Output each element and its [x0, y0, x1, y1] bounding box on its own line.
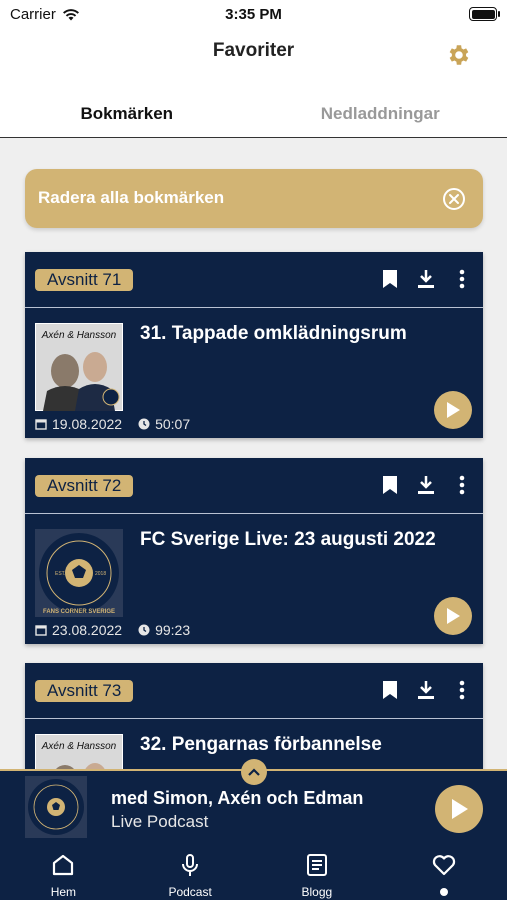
tab-home[interactable]: Hem	[0, 842, 127, 900]
player-play-button[interactable]	[435, 785, 483, 833]
more-options-icon[interactable]	[451, 474, 473, 496]
play-icon	[452, 799, 468, 819]
home-icon	[53, 854, 74, 876]
clock-icon	[138, 418, 150, 430]
episode-badge: Avsnitt 72	[35, 475, 134, 497]
blog-icon	[306, 854, 327, 876]
play-button[interactable]	[434, 391, 472, 429]
bookmark-list[interactable]: Radera alla bokmärken Avsnitt 71 Axén & …	[0, 139, 507, 769]
episode-card[interactable]: Avsnitt 73 Axén & Hansson 32. Pengarnas …	[25, 663, 483, 769]
download-icon[interactable]	[415, 679, 437, 701]
page-title: Favoriter	[212, 40, 295, 61]
player-artwork	[25, 776, 87, 838]
episode-date: 23.08.2022	[52, 622, 123, 638]
episode-title: FC Sverige Live: 23 augusti 2022	[140, 529, 436, 550]
episode-card-header: Avsnitt 72	[25, 458, 483, 514]
player-subtitle: Live Podcast	[111, 812, 209, 831]
bookmark-icon[interactable]	[379, 474, 401, 496]
bottom-tab-bar: Hem Podcast Blogg	[0, 842, 507, 900]
chevron-up-icon	[248, 768, 260, 776]
episode-thumbnail: EST. 2018 FANS CORNER SVERIGE	[35, 529, 123, 617]
tab-blog-label: Blogg	[301, 885, 333, 899]
episode-badge: Avsnitt 73	[35, 680, 134, 702]
episode-duration: 99:23	[155, 622, 191, 638]
more-options-icon[interactable]	[451, 679, 473, 701]
status-bar: Carrier 3:35 PM	[0, 0, 507, 30]
thumbnail-caption: FANS CORNER SVERIGE	[43, 609, 115, 615]
tab-blog[interactable]: Blogg	[254, 842, 381, 900]
delete-all-bookmarks-button[interactable]: Radera alla bokmärken	[25, 169, 483, 228]
play-icon	[447, 608, 460, 624]
delete-all-label: Radera alla bokmärken	[38, 188, 225, 207]
more-options-icon[interactable]	[451, 268, 473, 290]
download-icon[interactable]	[415, 474, 437, 496]
calendar-icon	[35, 419, 47, 430]
mini-player[interactable]: med Simon, Axén och Edman Live Podcast	[0, 759, 507, 842]
clock-icon	[138, 624, 150, 636]
expand-player-button[interactable]	[241, 759, 267, 785]
tab-bookmarks[interactable]: Bokmärken	[0, 80, 254, 137]
segmented-tabs: Bokmärken Nedladdningar	[0, 80, 507, 138]
gear-icon[interactable]	[445, 42, 471, 68]
tab-favorites[interactable]	[380, 842, 507, 900]
episode-duration: 50:07	[155, 416, 191, 432]
episode-card-header: Avsnitt 71	[25, 252, 483, 308]
episode-card[interactable]: Avsnitt 72 EST. 2018 FANS CORNER SVERIGE…	[25, 458, 483, 644]
bookmark-icon[interactable]	[379, 268, 401, 290]
player-title: med Simon, Axén och Edman	[111, 788, 364, 808]
episode-title: 31. Tappade omklädningsrum	[140, 323, 407, 344]
active-tab-indicator	[439, 888, 448, 896]
bookmark-icon[interactable]	[379, 679, 401, 701]
episode-thumbnail: Axén & Hansson	[35, 734, 123, 769]
tab-downloads[interactable]: Nedladdningar	[254, 80, 507, 137]
heart-icon	[432, 855, 455, 876]
close-circle-icon	[443, 188, 465, 210]
play-button[interactable]	[434, 597, 472, 635]
episode-thumbnail: Axén & Hansson	[35, 323, 123, 411]
tab-home-label: Hem	[50, 885, 77, 899]
thumbnail-caption: Axén & Hansson	[41, 330, 117, 341]
tab-podcast-label: Podcast	[168, 885, 212, 899]
episode-card-header: Avsnitt 73	[25, 663, 483, 719]
episode-date: 19.08.2022	[52, 416, 123, 432]
episode-badge: Avsnitt 71	[35, 269, 134, 291]
download-icon[interactable]	[415, 268, 437, 290]
nav-header: Favoriter	[0, 30, 507, 80]
microphone-icon	[182, 854, 199, 876]
episode-title: 32. Pengarnas förbannelse	[140, 734, 382, 755]
episode-card[interactable]: Avsnitt 71 Axén & Hansson 31. Tappade om…	[25, 252, 483, 438]
svg-text:EST.: EST.	[55, 571, 66, 577]
thumbnail-caption: Axén & Hansson	[41, 741, 117, 752]
battery-icon	[469, 7, 500, 21]
episode-meta: 23.08.2022 99:23	[35, 622, 190, 638]
play-icon	[447, 402, 460, 418]
calendar-icon	[35, 625, 47, 636]
svg-text:2018: 2018	[95, 571, 106, 577]
clock: 3:35 PM	[225, 6, 282, 23]
episode-meta: 19.08.2022 50:07	[35, 416, 190, 432]
tab-podcast[interactable]: Podcast	[127, 842, 254, 900]
